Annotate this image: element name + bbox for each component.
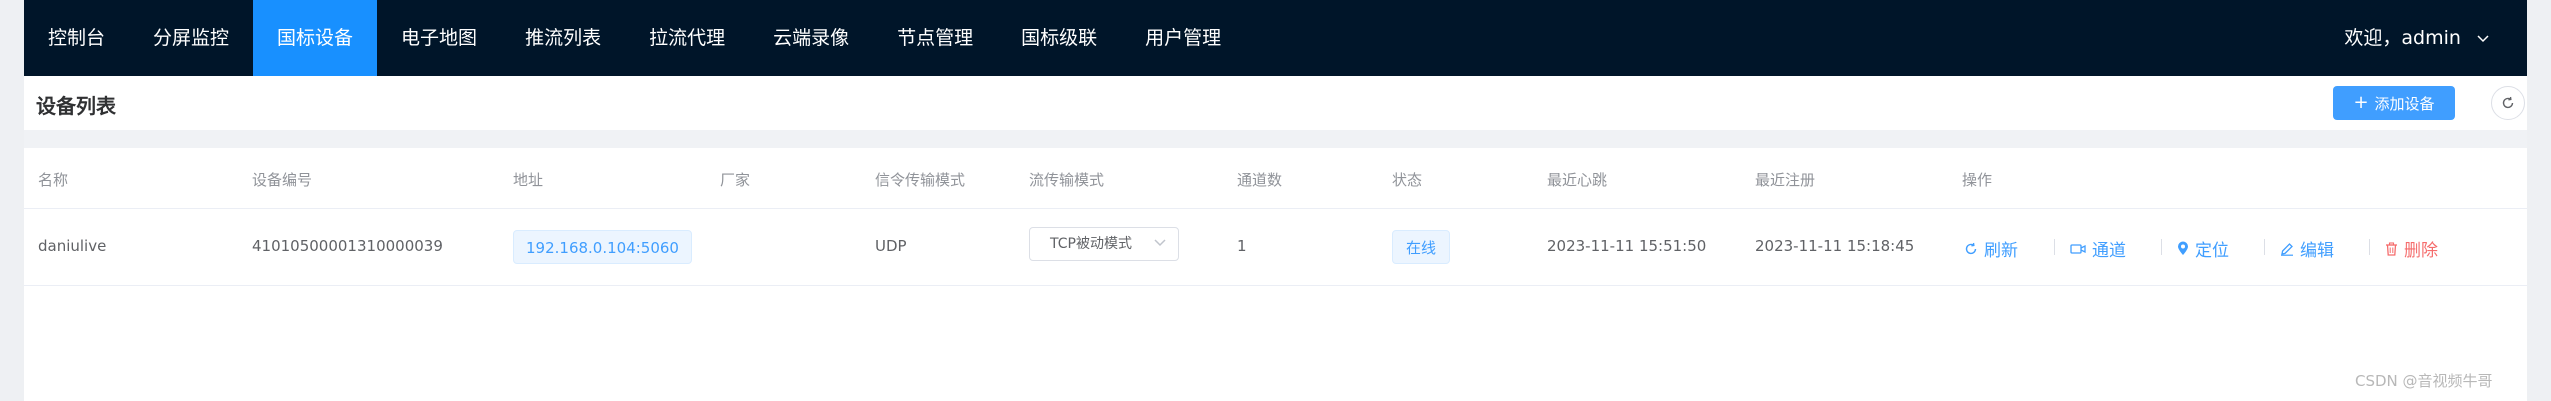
cell-last-heartbeat: 2023-11-11 15:51:50 bbox=[1547, 237, 1707, 255]
action-divider bbox=[2054, 239, 2055, 255]
col-header-name: 名称 bbox=[38, 171, 69, 189]
location-pin-icon bbox=[2178, 241, 2188, 255]
table-header-row: 名称 设备编号 地址 厂家 信令传输模式 流传输模式 通道数 状态 最近心跳 最… bbox=[24, 148, 2527, 209]
col-header-device-id: 设备编号 bbox=[252, 171, 313, 189]
device-table: 名称 设备编号 地址 厂家 信令传输模式 流传输模式 通道数 状态 最近心跳 最… bbox=[24, 148, 2527, 401]
refresh-device-button[interactable]: 刷新 bbox=[1964, 236, 2018, 261]
cell-device-id: 41010500001310000039 bbox=[252, 237, 443, 255]
panel-header: 设备列表 + 添加设备 bbox=[24, 76, 2527, 130]
user-menu[interactable]: 欢迎，admin bbox=[2344, 0, 2489, 76]
refresh-icon bbox=[2502, 96, 2514, 109]
user-greeting: 欢迎，admin bbox=[2344, 27, 2461, 49]
refresh-device-label: 刷新 bbox=[1984, 241, 2018, 261]
col-header-status: 状态 bbox=[1392, 171, 1423, 189]
nav-item-gb-devices[interactable]: 国标设备 bbox=[253, 0, 378, 76]
left-gutter bbox=[0, 0, 24, 401]
add-device-button[interactable]: + 添加设备 bbox=[2333, 86, 2455, 120]
top-navigation-bar: 控制台 分屏监控 国标设备 电子地图 推流列表 拉流代理 云端录像 节点管理 国… bbox=[24, 0, 2527, 76]
video-camera-icon bbox=[2070, 243, 2086, 254]
locate-label: 定位 bbox=[2195, 241, 2229, 261]
table-row: daniulive 41010500001310000039 192.168.0… bbox=[24, 209, 2527, 286]
channels-button[interactable]: 通道 bbox=[2070, 236, 2126, 261]
nav-item-user-manage[interactable]: 用户管理 bbox=[1121, 0, 1245, 76]
trash-icon bbox=[2386, 241, 2397, 256]
refresh-icon bbox=[1965, 242, 1977, 254]
col-header-manufacturer: 厂家 bbox=[720, 171, 751, 189]
cell-signal-mode: UDP bbox=[875, 237, 907, 255]
page-title: 设备列表 bbox=[36, 94, 116, 118]
add-device-label: 添加设备 bbox=[2374, 94, 2435, 113]
nav-item-map[interactable]: 电子地图 bbox=[377, 0, 501, 76]
cell-name: daniulive bbox=[38, 237, 107, 255]
col-header-signal-mode: 信令传输模式 bbox=[875, 171, 966, 189]
action-divider bbox=[2369, 239, 2370, 255]
cell-channels: 1 bbox=[1237, 237, 1247, 255]
nav-item-console[interactable]: 控制台 bbox=[24, 0, 129, 76]
address-tag: 192.168.0.104:5060 bbox=[513, 230, 692, 264]
chevron-down-icon bbox=[2477, 34, 2489, 42]
col-header-stream-mode: 流传输模式 bbox=[1029, 171, 1105, 189]
status-badge: 在线 bbox=[1392, 230, 1451, 264]
stream-mode-select[interactable]: TCP被动模式 bbox=[1029, 227, 1179, 261]
col-header-last-register: 最近注册 bbox=[1755, 171, 1816, 189]
plus-icon: + bbox=[2353, 92, 2369, 113]
right-gutter bbox=[2527, 0, 2551, 401]
action-divider bbox=[2161, 239, 2162, 255]
col-header-address: 地址 bbox=[513, 171, 544, 189]
cell-last-register: 2023-11-11 15:18:45 bbox=[1755, 237, 1915, 255]
action-divider bbox=[2264, 239, 2265, 255]
delete-label: 删除 bbox=[2404, 241, 2438, 261]
nav-item-node-manage[interactable]: 节点管理 bbox=[873, 0, 997, 76]
refresh-list-button[interactable] bbox=[2491, 86, 2525, 120]
col-header-channels: 通道数 bbox=[1237, 171, 1283, 189]
chevron-down-icon bbox=[1154, 239, 1166, 247]
col-header-actions: 操作 bbox=[1962, 171, 1993, 189]
col-header-last-heartbeat: 最近心跳 bbox=[1547, 171, 1608, 189]
nav-item-gb-cascade[interactable]: 国标级联 bbox=[997, 0, 1121, 76]
edit-pencil-icon bbox=[2281, 242, 2293, 256]
nav-item-pull-proxy[interactable]: 拉流代理 bbox=[625, 0, 749, 76]
delete-button[interactable]: 删除 bbox=[2385, 236, 2438, 261]
nav-item-cloud-record[interactable]: 云端录像 bbox=[749, 0, 873, 76]
watermark: CSDN @音视频牛哥 bbox=[2355, 372, 2493, 390]
stream-mode-value: TCP被动模式 bbox=[1050, 236, 1132, 252]
edit-button[interactable]: 编辑 bbox=[2280, 236, 2334, 261]
locate-button[interactable]: 定位 bbox=[2177, 236, 2229, 261]
nav-item-push-list[interactable]: 推流列表 bbox=[501, 0, 625, 76]
channels-label: 通道 bbox=[2092, 241, 2126, 261]
edit-label: 编辑 bbox=[2300, 241, 2334, 261]
main-menu: 控制台 分屏监控 国标设备 电子地图 推流列表 拉流代理 云端录像 节点管理 国… bbox=[24, 0, 1245, 76]
nav-item-split-screen[interactable]: 分屏监控 bbox=[129, 0, 253, 76]
